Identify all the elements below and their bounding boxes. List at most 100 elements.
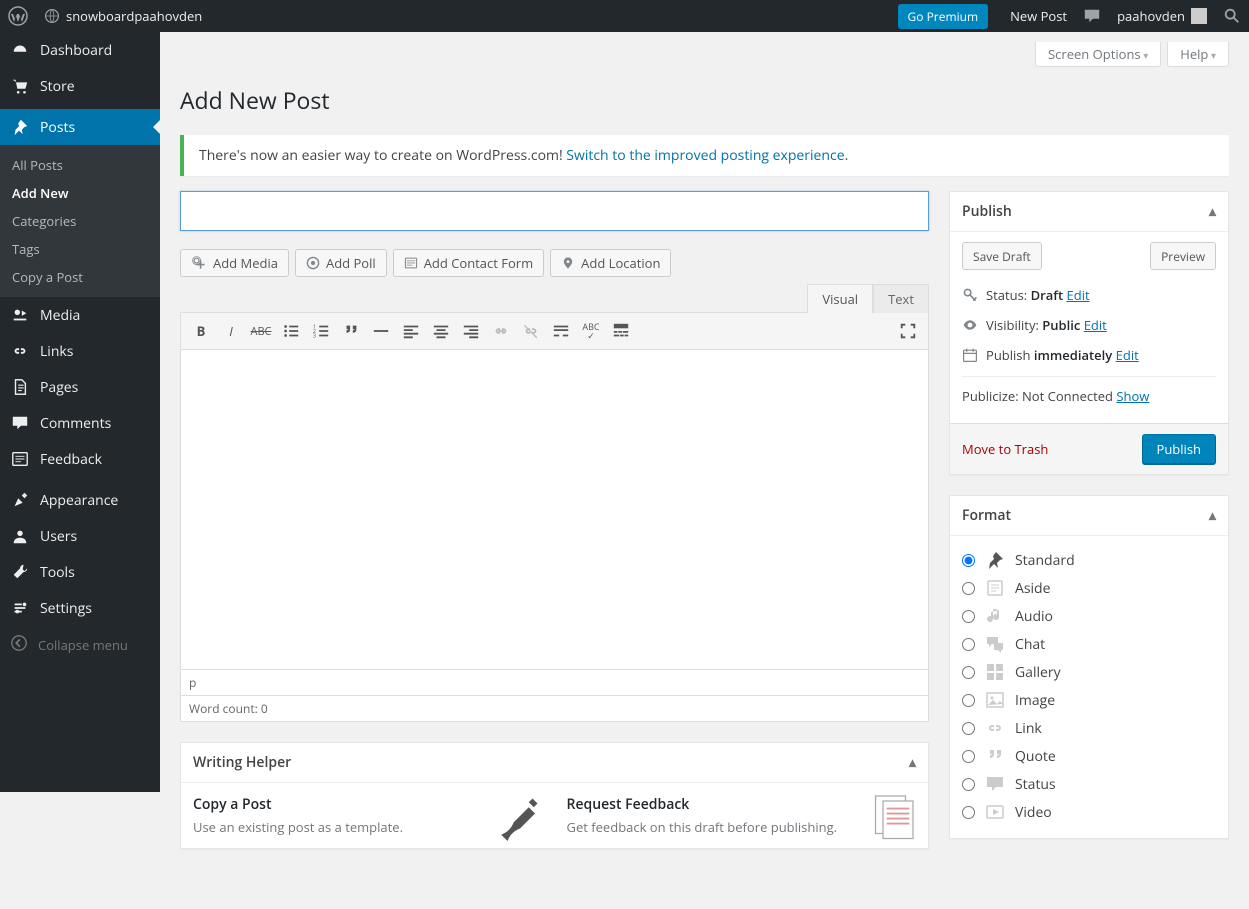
format-status[interactable]: Status xyxy=(962,770,1216,798)
status-icon xyxy=(985,774,1005,794)
feedback-icon xyxy=(10,449,30,469)
account-link[interactable]: paahovden xyxy=(1109,0,1215,32)
number-list-button[interactable]: 123 xyxy=(307,317,335,345)
submenu-item-copy-a-post[interactable]: Copy a Post xyxy=(0,263,160,291)
quote-button[interactable] xyxy=(337,317,365,345)
save-draft-button[interactable]: Save Draft xyxy=(962,242,1042,270)
italic-button[interactable]: I xyxy=(217,317,245,345)
add-contact-form-button[interactable]: Add Contact Form xyxy=(393,249,544,277)
chevron-up-icon: ▴ xyxy=(1209,202,1216,221)
spellcheck-button[interactable]: ABC✓ xyxy=(577,317,605,345)
trash-link[interactable]: Move to Trash xyxy=(962,440,1048,458)
sidebar-item-pages[interactable]: Pages xyxy=(0,369,160,405)
helper-copy-post[interactable]: Copy a Post Use an existing post as a te… xyxy=(181,783,485,848)
wp-logo[interactable] xyxy=(0,0,36,32)
screen-options-button[interactable]: Screen Options xyxy=(1035,42,1161,67)
sidebar-item-comments[interactable]: Comments xyxy=(0,405,160,441)
publicize-row: Publicize: Not Connected Show xyxy=(962,376,1216,411)
appearance-icon xyxy=(10,490,30,510)
writing-helper-box: Writing Helper▴ Copy a Post Use an exist… xyxy=(180,742,929,849)
avatar xyxy=(1191,8,1207,24)
title-input[interactable] xyxy=(180,191,929,231)
sidebar-item-posts[interactable]: Posts xyxy=(0,109,160,145)
align-center-button[interactable] xyxy=(427,317,455,345)
tab-text[interactable]: Text xyxy=(873,284,929,313)
editor-status-bar: p xyxy=(180,670,929,696)
link-icon xyxy=(985,718,1005,738)
bold-button[interactable]: B xyxy=(187,317,215,345)
publish-heading[interactable]: Publish▴ xyxy=(950,192,1228,232)
audio-icon xyxy=(985,606,1005,626)
kitchen-sink-button[interactable] xyxy=(607,317,635,345)
writing-helper-heading[interactable]: Writing Helper▴ xyxy=(181,743,928,783)
format-quote[interactable]: Quote xyxy=(962,742,1216,770)
fullscreen-button[interactable] xyxy=(894,317,922,345)
comments-icon xyxy=(10,413,30,433)
tools-icon xyxy=(10,562,30,582)
format-link[interactable]: Link xyxy=(962,714,1216,742)
bullet-list-button[interactable] xyxy=(277,317,305,345)
sidebar-item-feedback[interactable]: Feedback xyxy=(0,441,160,477)
format-aside[interactable]: Aside xyxy=(962,574,1216,602)
collapse-menu[interactable]: Collapse menu xyxy=(0,626,160,664)
unlink-button[interactable] xyxy=(517,317,545,345)
help-button[interactable]: Help xyxy=(1167,42,1229,67)
editor-toolbar: B I ABC 123 ABC✓ xyxy=(180,312,929,350)
edit-visibility-link[interactable]: Edit xyxy=(1084,316,1107,334)
edit-status-link[interactable]: Edit xyxy=(1067,286,1090,304)
sidebar-item-tools[interactable]: Tools xyxy=(0,554,160,590)
sidebar-item-dashboard[interactable]: Dashboard xyxy=(0,32,160,68)
search-icon[interactable] xyxy=(1215,0,1249,32)
submenu-item-tags[interactable]: Tags xyxy=(0,235,160,263)
add-location-button[interactable]: Add Location xyxy=(550,249,671,277)
hr-button[interactable] xyxy=(367,317,395,345)
edit-schedule-link[interactable]: Edit xyxy=(1116,346,1139,364)
pin-icon xyxy=(10,117,30,137)
submenu-item-add-new[interactable]: Add New xyxy=(0,179,160,207)
add-poll-button[interactable]: Add Poll xyxy=(295,249,387,277)
image-icon xyxy=(985,690,1005,710)
link-button[interactable] xyxy=(487,317,515,345)
sidebar-item-appearance[interactable]: Appearance xyxy=(0,482,160,518)
more-button[interactable] xyxy=(547,317,575,345)
screen-meta: Screen Options Help xyxy=(180,42,1229,67)
eye-icon xyxy=(962,317,978,333)
preview-button[interactable]: Preview xyxy=(1150,242,1216,270)
submenu-item-categories[interactable]: Categories xyxy=(0,207,160,235)
admin-bar: snowboardpaahovden Go Premium New Post p… xyxy=(0,0,1249,32)
strike-button[interactable]: ABC xyxy=(247,317,275,345)
format-image[interactable]: Image xyxy=(962,686,1216,714)
sidebar-item-links[interactable]: Links xyxy=(0,333,160,369)
document-icon xyxy=(858,783,928,848)
editor-content[interactable] xyxy=(180,350,929,670)
publicize-show-link[interactable]: Show xyxy=(1116,387,1149,405)
format-list: StandardAsideAudioChatGalleryImageLinkQu… xyxy=(950,536,1228,838)
settings-icon xyxy=(10,598,30,618)
submenu-item-all-posts[interactable]: All Posts xyxy=(0,151,160,179)
tab-visual[interactable]: Visual xyxy=(807,284,873,313)
publish-box: Publish▴ Save Draft Preview Status: Draf… xyxy=(949,191,1229,475)
go-premium-button[interactable]: Go Premium xyxy=(890,0,1003,32)
new-post-link[interactable]: New Post xyxy=(1002,0,1075,32)
publish-button[interactable]: Publish xyxy=(1142,434,1216,464)
format-video[interactable]: Video xyxy=(962,798,1216,826)
notifications-icon[interactable] xyxy=(1075,0,1109,32)
notice-link[interactable]: Switch to the improved posting experienc… xyxy=(566,146,844,165)
site-link[interactable]: snowboardpaahovden xyxy=(36,0,210,32)
svg-text:3: 3 xyxy=(313,331,316,339)
format-standard[interactable]: Standard xyxy=(962,546,1216,574)
add-media-button[interactable]: Add Media xyxy=(180,249,289,277)
cart-icon xyxy=(10,76,30,96)
align-right-button[interactable] xyxy=(457,317,485,345)
align-left-button[interactable] xyxy=(397,317,425,345)
sidebar-item-settings[interactable]: Settings xyxy=(0,590,160,626)
sidebar-item-store[interactable]: Store xyxy=(0,68,160,104)
sidebar-item-media[interactable]: Media xyxy=(0,297,160,333)
helper-request-feedback[interactable]: Request Feedback Get feedback on this dr… xyxy=(555,783,859,848)
format-chat[interactable]: Chat xyxy=(962,630,1216,658)
format-audio[interactable]: Audio xyxy=(962,602,1216,630)
sidebar-item-users[interactable]: Users xyxy=(0,518,160,554)
links-icon xyxy=(10,341,30,361)
format-heading[interactable]: Format▴ xyxy=(950,496,1228,536)
format-gallery[interactable]: Gallery xyxy=(962,658,1216,686)
